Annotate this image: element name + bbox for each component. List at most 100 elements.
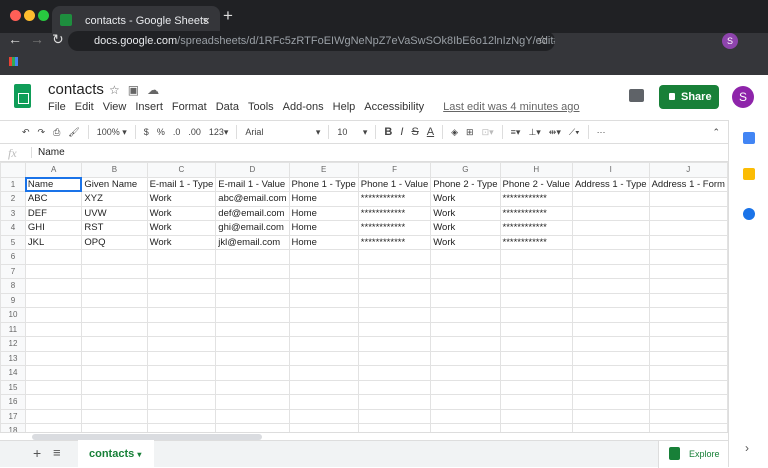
cell[interactable] <box>81 321 148 337</box>
bookmark-star-icon[interactable]: ☆ <box>537 33 548 47</box>
column-header[interactable]: F <box>357 162 432 178</box>
cell[interactable] <box>499 408 573 424</box>
cell[interactable] <box>81 292 148 308</box>
move-folder-icon[interactable]: ▣ <box>128 83 147 97</box>
cell[interactable] <box>215 249 290 265</box>
cell[interactable] <box>81 307 148 323</box>
cell[interactable] <box>81 249 148 265</box>
menu-tools[interactable]: Tools <box>248 101 274 113</box>
calendar-icon[interactable] <box>743 132 755 144</box>
row-header[interactable]: 9 <box>0 292 26 308</box>
cell[interactable] <box>81 408 148 424</box>
text-wrap-icon[interactable]: ⇹▾ <box>549 127 561 138</box>
column-header[interactable]: G <box>430 162 501 178</box>
cell[interactable] <box>499 423 573 432</box>
cell[interactable] <box>430 423 501 432</box>
cell[interactable]: ************ <box>499 191 573 207</box>
cell[interactable] <box>571 205 650 221</box>
close-tab-icon[interactable]: × <box>202 13 210 28</box>
menu-view[interactable]: View <box>103 101 127 113</box>
cell[interactable]: E-mail 1 - Value <box>215 176 290 192</box>
doc-title[interactable]: contacts <box>48 81 104 98</box>
cell[interactable] <box>24 365 83 381</box>
cell[interactable] <box>24 321 83 337</box>
cell[interactable] <box>146 263 217 279</box>
cell[interactable] <box>357 423 432 432</box>
cell[interactable]: ************ <box>499 234 573 250</box>
print-icon[interactable]: ⎙ <box>53 127 60 138</box>
row-header[interactable]: 15 <box>0 379 26 395</box>
menu-format[interactable]: Format <box>172 101 207 113</box>
cell[interactable] <box>146 394 217 410</box>
horizontal-scrollbar[interactable] <box>0 432 728 440</box>
cell[interactable]: JKL <box>24 234 83 250</box>
column-header[interactable]: D <box>215 162 290 178</box>
more-formats-select[interactable]: 123▾ <box>209 127 229 138</box>
cell[interactable] <box>648 365 728 381</box>
formula-input[interactable]: Name <box>31 147 65 158</box>
row-header[interactable]: 4 <box>0 220 26 236</box>
cell[interactable] <box>215 350 290 366</box>
maximize-window-button[interactable] <box>38 10 49 21</box>
cell[interactable] <box>648 408 728 424</box>
cell[interactable] <box>24 263 83 279</box>
cell[interactable] <box>648 336 728 352</box>
column-header[interactable]: E <box>288 162 359 178</box>
cell[interactable]: Given Name <box>81 176 148 192</box>
menu-help[interactable]: Help <box>333 101 356 113</box>
cell[interactable] <box>648 234 728 250</box>
cell[interactable]: Work <box>146 234 217 250</box>
minimize-window-button[interactable] <box>24 10 35 21</box>
cell[interactable] <box>81 394 148 410</box>
cell[interactable] <box>215 394 290 410</box>
cell[interactable] <box>499 307 573 323</box>
row-header[interactable]: 2 <box>0 191 26 207</box>
last-edit-link[interactable]: Last edit was 4 minutes ago <box>443 101 579 113</box>
horizontal-align-icon[interactable]: ≡▾ <box>511 127 521 138</box>
cell[interactable] <box>288 423 359 432</box>
profile-avatar[interactable]: S <box>722 33 738 49</box>
cell[interactable] <box>81 350 148 366</box>
spreadsheet-grid[interactable]: ABCDEFGHIJ 1 Name Given Name E-mail 1 - Typ… <box>0 162 728 432</box>
share-button[interactable]: Share <box>659 85 719 109</box>
cell[interactable] <box>24 423 83 432</box>
menu-accessibility[interactable]: Accessibility <box>364 101 424 113</box>
cell[interactable]: Phone 1 - Type <box>288 176 359 192</box>
cell[interactable] <box>430 336 501 352</box>
row-header[interactable]: 8 <box>0 278 26 294</box>
cell[interactable] <box>215 408 290 424</box>
cell[interactable] <box>81 263 148 279</box>
cell[interactable]: Home <box>288 234 359 250</box>
cell[interactable]: Home <box>288 205 359 221</box>
cell[interactable] <box>571 191 650 207</box>
cell[interactable]: Work <box>146 205 217 221</box>
cell[interactable]: ************ <box>499 205 573 221</box>
comment-history-icon[interactable] <box>629 89 644 102</box>
cell[interactable] <box>648 249 728 265</box>
cell[interactable] <box>24 292 83 308</box>
sheets-logo-icon[interactable] <box>14 84 31 108</box>
cell[interactable] <box>571 379 650 395</box>
cell[interactable] <box>571 336 650 352</box>
cell[interactable] <box>215 423 290 432</box>
row-header[interactable]: 12 <box>0 336 26 352</box>
italic-button[interactable]: I <box>400 126 403 138</box>
cell[interactable]: Home <box>288 191 359 207</box>
cell[interactable] <box>146 292 217 308</box>
cell[interactable]: ************ <box>357 191 432 207</box>
cell[interactable] <box>146 423 217 432</box>
fill-color-icon[interactable]: ◈ <box>451 127 458 138</box>
cell[interactable]: Work <box>146 220 217 236</box>
cell[interactable] <box>357 249 432 265</box>
cell[interactable] <box>430 350 501 366</box>
browser-tab[interactable]: contacts - Google Sheets × <box>52 6 220 33</box>
cell[interactable] <box>146 249 217 265</box>
font-select[interactable]: Arial ▾ <box>245 127 320 138</box>
cell[interactable]: GHI <box>24 220 83 236</box>
cell[interactable] <box>430 249 501 265</box>
collapse-menus-icon[interactable]: ⌃ <box>712 127 720 138</box>
cell[interactable] <box>81 365 148 381</box>
cell[interactable] <box>24 394 83 410</box>
cell[interactable] <box>648 191 728 207</box>
vertical-align-icon[interactable]: ⊥▾ <box>528 127 540 138</box>
